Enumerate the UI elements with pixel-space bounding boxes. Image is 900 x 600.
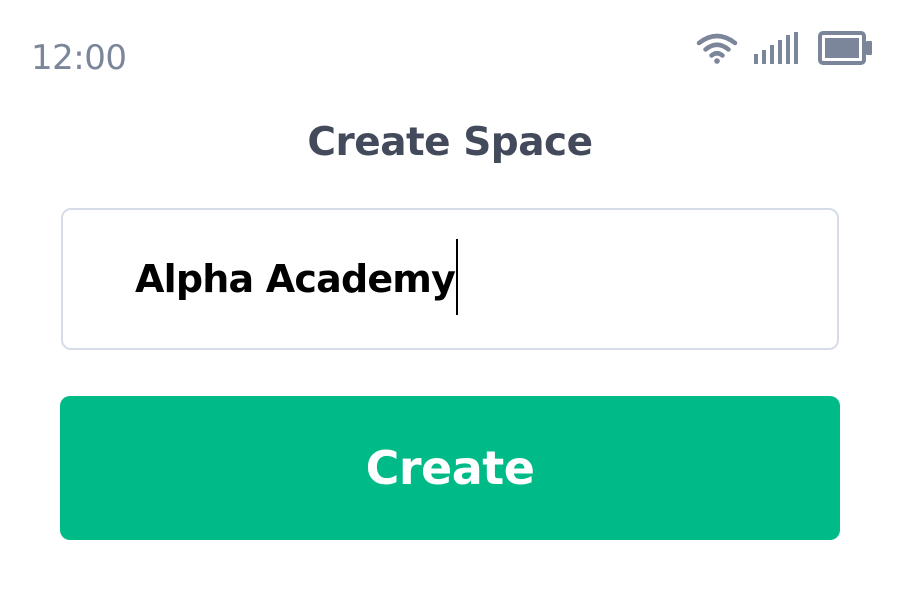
status-icons: [696, 30, 872, 66]
create-button[interactable]: Create: [60, 396, 840, 540]
cellular-signal-icon: [754, 32, 798, 64]
status-time: 12:00: [31, 38, 127, 78]
space-name-input[interactable]: Alpha Academy: [61, 208, 839, 350]
text-cursor: [456, 239, 459, 315]
wifi-icon: [696, 31, 738, 65]
page-title: Create Space: [307, 120, 593, 165]
battery-icon: [818, 31, 872, 65]
create-space-screen: 12:00 Create Space Alpha Academy Create: [0, 0, 900, 600]
space-name-value: Alpha Academy: [135, 257, 456, 301]
